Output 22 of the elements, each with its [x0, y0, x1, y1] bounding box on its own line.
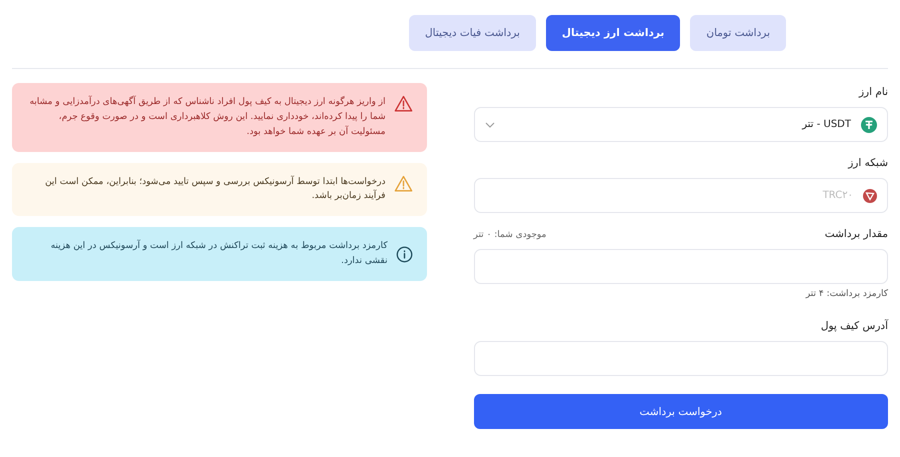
field-label: نام ارز	[858, 86, 888, 98]
tab[interactable]: برداشت ارز دیجیتال	[546, 15, 680, 51]
alert-text: کارمزد برداشت مربوط به هزینه ثبت تراکنش در شبکه ارز است و آرسونیکس در این هزینه نقشی ندارد.	[50, 239, 388, 268]
address-input[interactable]	[474, 341, 888, 376]
alert-text: از واریز هرگونه ارز دیجیتال به کیف پول افراد ناشناس که از طریق آگهی‌های درآمدزایی و مشابه شما را پیدا کرده‌اند، خودداری نمایید. این روش کلاهبرداری است و در صورت وقوع جرم، مسئولیت آن بر عهده شما خواهد بود.	[28, 95, 386, 139]
balance-text: موجودی شما: ۰ تتر	[474, 230, 546, 240]
coin-icon	[863, 188, 877, 202]
currency-select[interactable]: USDT - تتر	[474, 107, 888, 142]
chevron-down-icon	[484, 122, 494, 128]
coin-icon	[861, 116, 877, 132]
tab[interactable]: برداشت فیات دیجیتال	[409, 15, 536, 51]
submit-button[interactable]: درخواست برداشت	[474, 394, 888, 429]
info-icon	[396, 246, 412, 263]
tab[interactable]: برداشت تومان	[690, 15, 786, 51]
fee-text: کارمزد برداشت: ۴ تتر	[804, 289, 888, 299]
amount-input[interactable]	[474, 249, 888, 284]
warning-icon	[394, 95, 412, 112]
warning-icon	[394, 174, 412, 192]
alert-text: درخواست‌ها ابتدا توسط آرسونیکس بررسی و سپس تایید می‌شود؛ بنابراین، ممکن است این فرآیند زمان‌بر باشد.	[44, 174, 386, 204]
field-label: شبکه ارز	[846, 157, 888, 169]
field-label: آدرس کیف پول	[820, 320, 888, 332]
field-label: مقدار برداشت	[824, 228, 888, 240]
